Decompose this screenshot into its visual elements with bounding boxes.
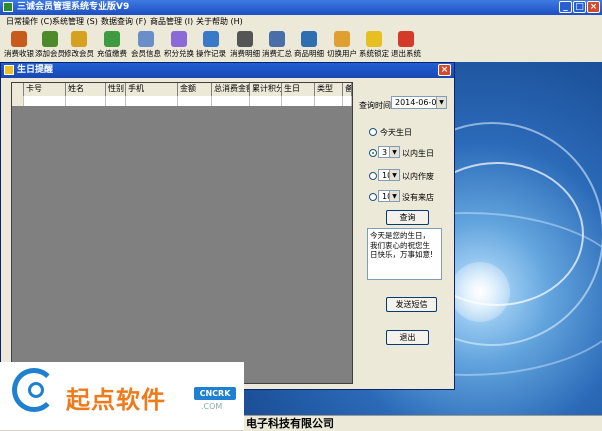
within-days-select[interactable]: 3 ▼ bbox=[378, 146, 400, 158]
close-icon[interactable]: × bbox=[587, 1, 600, 13]
app-titlebar: 三诚会员管理系统专业版V9 _ □ × bbox=[0, 0, 602, 15]
column-header[interactable]: 金额 bbox=[178, 83, 212, 96]
menu-query[interactable]: 数据查询 (F) bbox=[101, 15, 146, 29]
column-header[interactable]: 累计积分 bbox=[250, 83, 282, 96]
menu-bar: 日常操作 (C) 系统管理 (S) 数据查询 (F) 商品管理 (I) 关于帮助… bbox=[0, 15, 602, 30]
today-birthday-label: 今天生日 bbox=[380, 128, 412, 137]
radio-within-days[interactable] bbox=[369, 149, 377, 157]
radio-today-birthday[interactable] bbox=[369, 128, 377, 136]
sms-message-textarea[interactable]: 今天是您的生日， 我们衷心的祝您生 日快乐，万事如意! bbox=[367, 228, 442, 280]
app-title: 三诚会员管理系统专业版V9 bbox=[17, 2, 130, 12]
brand-badge: CNCRK bbox=[194, 387, 236, 400]
column-header[interactable]: 手机 bbox=[126, 83, 178, 96]
column-header[interactable]: 备 bbox=[343, 83, 352, 96]
consumption-detail-icon bbox=[237, 31, 253, 47]
points-exchange-icon bbox=[171, 31, 187, 47]
menu-help[interactable]: 关于帮助 (H) bbox=[196, 15, 243, 29]
menu-daily[interactable]: 日常操作 (C) bbox=[6, 15, 52, 29]
brand-domain: .COM bbox=[201, 402, 223, 411]
table-cell[interactable] bbox=[66, 96, 106, 106]
within-birthday-label: 以内生日 bbox=[402, 149, 434, 158]
table-cell[interactable] bbox=[282, 96, 315, 106]
column-header[interactable]: 类型 bbox=[315, 83, 343, 96]
row-selector-header bbox=[12, 83, 24, 96]
table-cell[interactable] bbox=[212, 96, 250, 106]
company-name: 电子科技有限公司 bbox=[246, 417, 334, 430]
expire-days-select[interactable]: 10 ▼ bbox=[378, 169, 400, 181]
system-lock-icon bbox=[366, 31, 382, 47]
table-cell[interactable] bbox=[315, 96, 343, 106]
column-header[interactable]: 卡号 bbox=[24, 83, 66, 96]
add-member-icon bbox=[42, 31, 58, 47]
expire-label: 以内作废 bbox=[402, 172, 434, 181]
table-header: 卡号姓名性别手机金额总消费金额累计积分生日类型备 bbox=[12, 83, 352, 97]
menu-system[interactable]: 系统管理 (S) bbox=[52, 15, 98, 29]
member-table[interactable]: 卡号姓名性别手机金额总消费金额累计积分生日类型备 bbox=[11, 82, 353, 384]
toolbar-label: 退出系统 bbox=[391, 49, 421, 58]
operation-log-icon bbox=[203, 31, 219, 47]
table-cell[interactable] bbox=[250, 96, 282, 106]
row-selector[interactable] bbox=[12, 96, 24, 106]
query-time-label: 查询时间 bbox=[359, 101, 391, 110]
radio-absent-days[interactable] bbox=[369, 193, 377, 201]
query-button[interactable]: 查询 bbox=[386, 210, 429, 225]
toolbar-button-13[interactable]: 退出系统 bbox=[390, 29, 422, 62]
send-sms-button[interactable]: 发送短信 bbox=[386, 297, 437, 312]
app-icon bbox=[3, 2, 13, 12]
table-cell[interactable] bbox=[126, 96, 178, 106]
column-header[interactable]: 姓名 bbox=[66, 83, 106, 96]
chevron-down-icon[interactable]: ▼ bbox=[389, 170, 399, 180]
minimize-icon[interactable]: _ bbox=[559, 1, 572, 13]
table-row[interactable] bbox=[12, 96, 352, 106]
watermark: 起点软件 CNCRK .COM bbox=[0, 362, 244, 430]
query-date-picker[interactable]: 2014-06-08 ▼ bbox=[391, 96, 447, 109]
birthday-reminder-dialog: 生日提醒 × 卡号姓名性别手机金额总消费金额累计积分生日类型备 查询时间 201… bbox=[0, 62, 455, 390]
radio-expire-days[interactable] bbox=[369, 172, 377, 180]
chevron-down-icon[interactable]: ▼ bbox=[389, 191, 399, 201]
brand-logo-dot bbox=[28, 382, 44, 398]
maximize-icon[interactable]: □ bbox=[573, 1, 586, 13]
query-date-value: 2014-06-08 bbox=[395, 98, 442, 107]
table-cell[interactable] bbox=[343, 96, 352, 106]
column-header[interactable]: 生日 bbox=[282, 83, 315, 96]
recharge-icon bbox=[104, 31, 120, 47]
exit-button[interactable]: 退出 bbox=[386, 330, 429, 345]
table-cell[interactable] bbox=[106, 96, 126, 106]
consumption-summary-icon bbox=[269, 31, 285, 47]
menu-goods[interactable]: 商品管理 (I) bbox=[150, 15, 193, 29]
exit-icon bbox=[398, 31, 414, 47]
dialog-icon bbox=[4, 65, 14, 75]
member-info-icon bbox=[138, 31, 154, 47]
dialog-titlebar: 生日提醒 × bbox=[1, 63, 454, 78]
cashier-icon bbox=[11, 31, 27, 47]
dialog-title: 生日提醒 bbox=[17, 65, 54, 75]
toolbar: 消费收银 添加会员 修改会员 充值缴费 会员信息 积分兑换 操作记录 消费明细 消费汇总 商品明细… bbox=[0, 29, 602, 63]
brand-name: 起点软件 bbox=[66, 386, 166, 414]
switch-user-icon bbox=[334, 31, 350, 47]
absent-days-select[interactable]: 10 ▼ bbox=[378, 190, 400, 202]
product-detail-icon bbox=[301, 31, 317, 47]
edit-member-icon bbox=[71, 31, 87, 47]
table-cell[interactable] bbox=[178, 96, 212, 106]
table-cell[interactable] bbox=[24, 96, 66, 106]
column-header[interactable]: 总消费金额 bbox=[212, 83, 250, 96]
absent-label: 没有来店 bbox=[402, 193, 434, 202]
company-footer: 电子科技有限公司 bbox=[244, 415, 602, 431]
chevron-down-icon[interactable]: ▼ bbox=[389, 147, 399, 157]
chevron-down-icon[interactable]: ▼ bbox=[436, 97, 446, 108]
dialog-close-icon[interactable]: × bbox=[438, 64, 451, 76]
column-header[interactable]: 性别 bbox=[106, 83, 126, 96]
within-days-value: 3 bbox=[382, 148, 388, 157]
